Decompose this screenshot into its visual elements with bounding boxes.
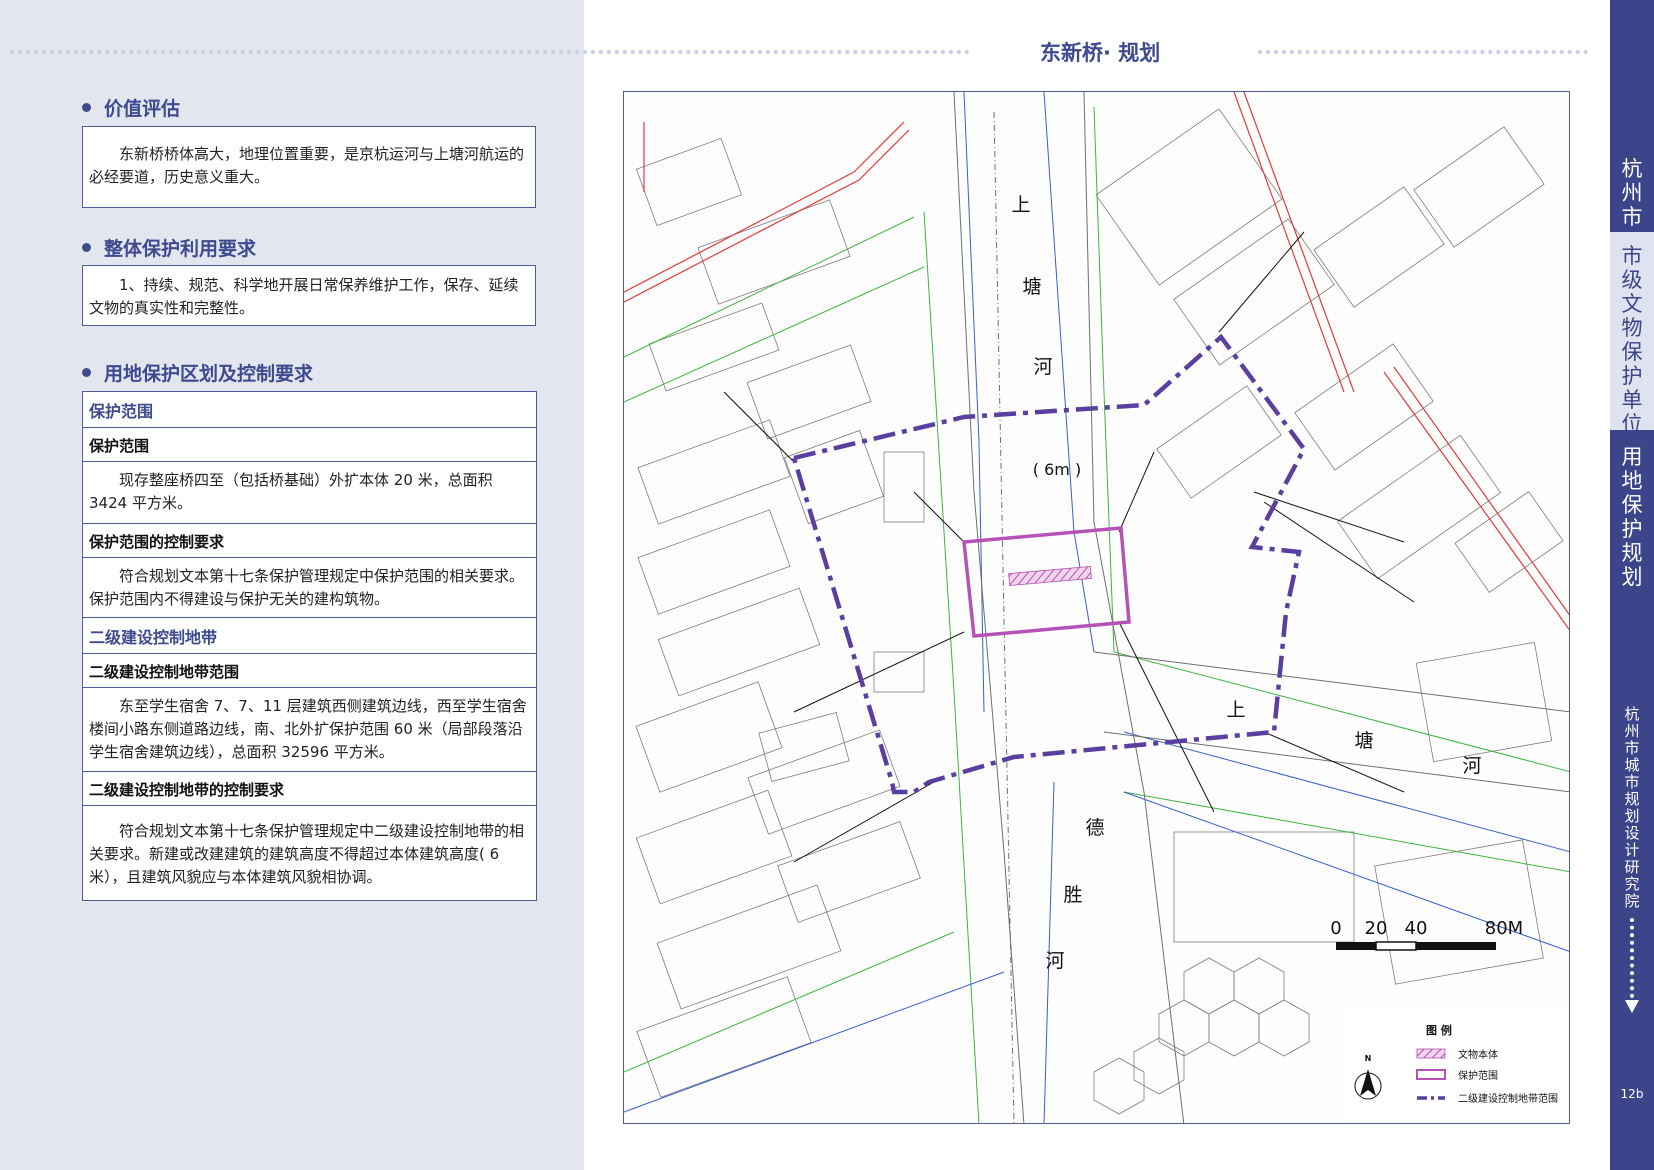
- table-cell-text: 现存整座桥四至（包括桥基础）外扩本体 20 米，总面积 3424 平方米。: [89, 471, 493, 512]
- scale-label: 80M: [1485, 918, 1523, 939]
- section-heading-zoning: 用地保护区划及控制要求: [82, 359, 313, 386]
- river-label-desheng-char: 河: [1045, 950, 1064, 972]
- page-number: 12b: [1620, 1087, 1644, 1101]
- north-label: N: [1365, 1054, 1372, 1063]
- zoning-table: 保护范围 保护范围 现存整座桥四至（包括桥基础）外扩本体 20 米，总面积 34…: [82, 391, 537, 901]
- river-label-shangtang-char: 河: [1033, 356, 1052, 378]
- table-text-row: 东至学生宿舍 7、7、11 层建筑西侧建筑边线，西至学生宿舍楼间小路东侧道路边线…: [83, 688, 536, 772]
- legend: 图 例 N 文物本体 保护范围 二级建设控制地带范围: [1342, 1007, 1569, 1123]
- section-title: 用地保护区划及控制要求: [104, 363, 314, 385]
- table-header-row: 二级建设控制地带: [83, 618, 536, 654]
- river-label-shangtang2-char: 上: [1226, 699, 1245, 721]
- section-title: 整体保护利用要求: [104, 238, 257, 260]
- planning-map: 上 塘 河 ( 6m ) 上 塘 河 德 胜 河 0 20 40 80M 图 例…: [623, 91, 1570, 1124]
- overall-protection-text: 1、持续、规范、科学地开展日常保养维护工作，保存、延续文物的真实性和完整性。: [89, 276, 519, 317]
- table-subheader-row: 二级建设控制地带的控制要求: [83, 772, 536, 806]
- table-subheader-row: 保护范围的控制要求: [83, 524, 536, 558]
- legend-swatch-heritage: [1416, 1048, 1446, 1059]
- table-header-row: 保护范围: [83, 392, 536, 428]
- legend-label: 保护范围: [1458, 1069, 1498, 1082]
- table-text-row: 符合规划文本第十七条保护管理规定中二级建设控制地带的相关要求。新建或改建建筑的建…: [83, 806, 536, 900]
- river-label-desheng-char: 德: [1085, 817, 1104, 839]
- river-label-shangtang2-char: 河: [1462, 755, 1481, 777]
- table-subheader-row: 保护范围: [83, 428, 536, 462]
- map-canvas: 上 塘 河 ( 6m ) 上 塘 河 德 胜 河 0 20 40 80M 图 例…: [624, 92, 1569, 1123]
- river-width-label: ( 6m ): [1033, 460, 1081, 479]
- sidebar-category-highlight: 市级文物保护单位: [1610, 232, 1654, 436]
- overall-protection-box: 1、持续、规范、科学地开展日常保养维护工作，保存、延续文物的真实性和完整性。: [82, 265, 536, 326]
- river-label-shangtang-char: 上: [1011, 194, 1030, 216]
- table-cell-text: 东至学生宿舍 7、7、11 层建筑西侧建筑边线，西至学生宿舍楼间小路东侧道路边线…: [89, 697, 527, 761]
- sidebar-section: 用地保护规划: [1621, 445, 1643, 589]
- page-title: 东新桥· 规划: [1040, 41, 1161, 65]
- legend-title: 图 例: [1426, 1023, 1452, 1037]
- legend-label: 文物本体: [1458, 1048, 1498, 1061]
- bullet-icon: [82, 243, 91, 252]
- section-heading-value: 价值评估: [82, 94, 180, 121]
- river-label-desheng-char: 胜: [1063, 884, 1082, 906]
- table-cell-text: 符合规划文本第十七条保护管理规定中保护范围的相关要求。保护范围内不得建设与保护无…: [89, 567, 525, 608]
- river-label-shangtang2-char: 塘: [1354, 730, 1373, 752]
- down-arrow-icon: [1625, 1000, 1639, 1013]
- sidebar-dots: [1630, 918, 1634, 998]
- bullet-icon: [82, 368, 91, 377]
- top-dot-divider-left: [10, 50, 970, 54]
- top-dot-divider-right: [1258, 50, 1588, 54]
- scale-label: 0: [1330, 918, 1341, 939]
- value-assessment-box: 东新桥桥体高大，地理位置重要，是京杭运河与上塘河航运的必经要道，历史意义重大。: [82, 126, 536, 208]
- section-heading-overall: 整体保护利用要求: [82, 234, 256, 261]
- sidebar-city: 杭州市: [1621, 157, 1643, 229]
- table-text-row: 现存整座桥四至（包括桥基础）外扩本体 20 米，总面积 3424 平方米。: [83, 462, 536, 524]
- sidebar-institute: 杭州市城市规划设计研究院: [1624, 705, 1640, 910]
- table-text-row: 符合规划文本第十七条保护管理规定中保护范围的相关要求。保护范围内不得建设与保护无…: [83, 558, 536, 618]
- scale-label: 20: [1365, 918, 1388, 939]
- table-subheader-row: 二级建设控制地带范围: [83, 654, 536, 688]
- right-sidebar: 杭州市 市级文物保护单位 用地保护规划 杭州市城市规划设计研究院 12b: [1610, 0, 1654, 1170]
- section-title: 价值评估: [104, 98, 181, 120]
- value-assessment-text: 东新桥桥体高大，地理位置重要，是京杭运河与上塘河航运的必经要道，历史意义重大。: [89, 145, 525, 186]
- river-label-shangtang-char: 塘: [1022, 276, 1041, 298]
- sidebar-category: 市级文物保护单位: [1621, 244, 1643, 436]
- table-cell-text: 符合规划文本第十七条保护管理规定中二级建设控制地带的相关要求。新建或改建建筑的建…: [89, 822, 525, 886]
- bullet-icon: [82, 103, 91, 112]
- scale-label: 40: [1405, 918, 1428, 939]
- legend-label: 二级建设控制地带范围: [1458, 1092, 1558, 1105]
